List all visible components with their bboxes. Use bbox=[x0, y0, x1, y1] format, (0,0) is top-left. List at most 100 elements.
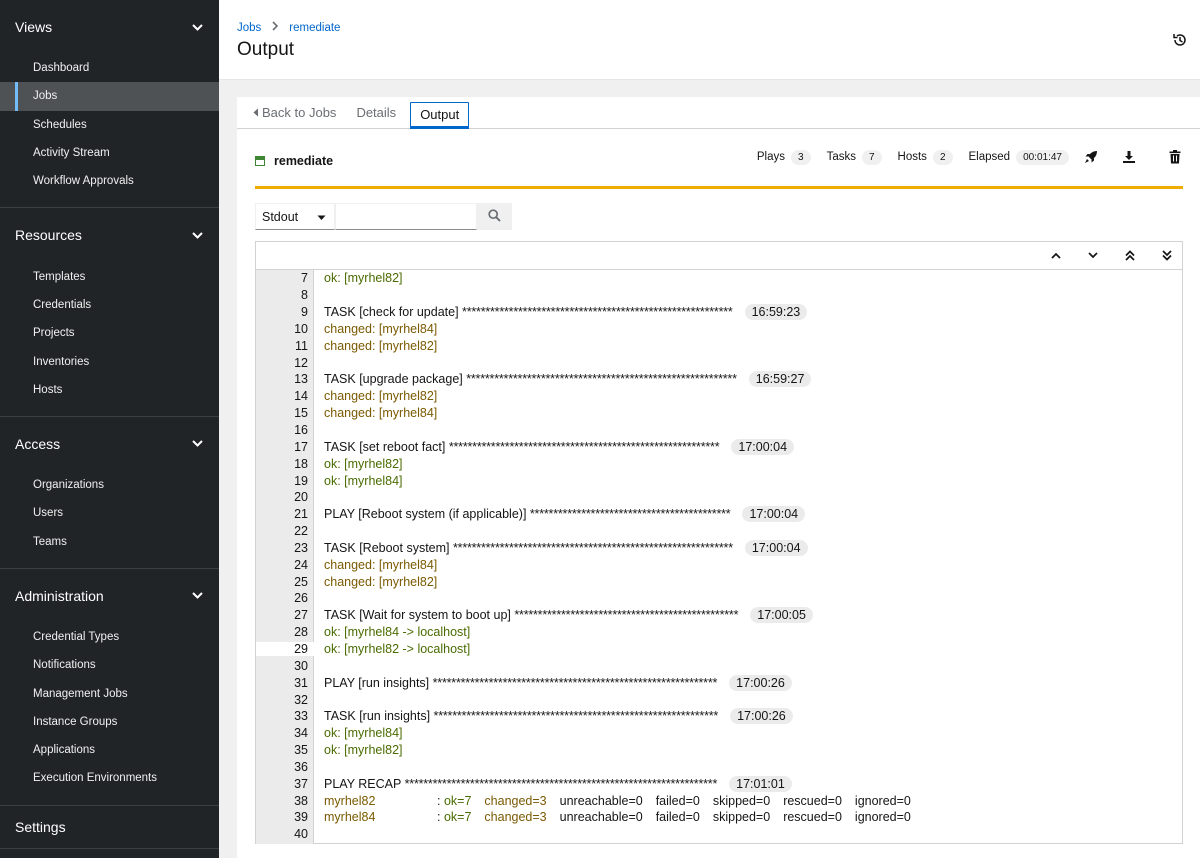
sidebar-group-resources[interactable]: Resources bbox=[0, 208, 219, 262]
sidebar-group-label: Resources bbox=[15, 227, 82, 244]
output-line[interactable]: 14 changed: [myrhel82] bbox=[256, 388, 1182, 405]
sidebar-item-execution-environments[interactable]: Execution Environments bbox=[0, 764, 219, 792]
search-button[interactable] bbox=[477, 203, 512, 230]
sidebar-group-access[interactable]: Access bbox=[0, 417, 219, 471]
sidebar-item-inventories[interactable]: Inventories bbox=[0, 347, 219, 375]
output-line[interactable]: 39 myrhel84: ok=7 changed=3 unreachable=0 fa… bbox=[256, 809, 1182, 826]
recap-host: myrhel84 bbox=[324, 810, 376, 825]
tab-details[interactable]: Details bbox=[346, 97, 406, 128]
breadcrumb-job-link[interactable]: remediate bbox=[289, 22, 340, 34]
line-text: ok: [myrhel82] bbox=[314, 743, 403, 757]
sidebar-group-views[interactable]: Views bbox=[0, 0, 219, 54]
line-number: 32 bbox=[294, 692, 308, 707]
line-text: TASK [Wait for system to boot up] ******… bbox=[314, 607, 813, 624]
sidebar-item-instance-groups[interactable]: Instance Groups bbox=[0, 708, 219, 736]
output-line[interactable]: 19 ok: [myrhel84] bbox=[256, 472, 1182, 489]
sidebar-item-dashboard[interactable]: Dashboard bbox=[0, 54, 219, 82]
search-input[interactable] bbox=[335, 203, 477, 230]
line-number: 37 bbox=[294, 776, 308, 791]
output-line[interactable]: 22 bbox=[256, 523, 1182, 540]
output-line[interactable]: 11 changed: [myrhel82] bbox=[256, 337, 1182, 354]
line-number: 38 bbox=[294, 793, 308, 808]
chevron-down-icon bbox=[190, 228, 204, 242]
sidebar-item-hosts[interactable]: Hosts bbox=[0, 376, 219, 404]
sidebar-item-workflow-approvals[interactable]: Workflow Approvals bbox=[0, 167, 219, 195]
output-line[interactable]: 12 bbox=[256, 354, 1182, 371]
line-text: TASK [Reboot system] *******************… bbox=[314, 539, 808, 556]
history-icon[interactable] bbox=[1172, 32, 1188, 48]
output-line[interactable]: 28 ok: [myrhel84 -> localhost] bbox=[256, 624, 1182, 641]
output-line[interactable]: 38 myrhel82: ok=7 changed=3 unreachable=0 fa… bbox=[256, 792, 1182, 809]
recap-stat: rescued=0 bbox=[783, 810, 842, 825]
output-line[interactable]: 32 bbox=[256, 691, 1182, 708]
output-line[interactable]: 27 TASK [Wait for system to boot up] ****… bbox=[256, 607, 1182, 624]
line-number: 29 bbox=[256, 641, 314, 656]
output-line[interactable]: 24 changed: [myrhel84] bbox=[256, 556, 1182, 573]
sidebar-item-users[interactable]: Users bbox=[0, 499, 219, 527]
output-line[interactable]: 29 ok: [myrhel82 -> localhost] bbox=[256, 641, 1182, 658]
sidebar-item-management-jobs[interactable]: Management Jobs bbox=[0, 679, 219, 707]
sidebar-item-activity-stream[interactable]: Activity Stream bbox=[0, 139, 219, 167]
job-name: remediate bbox=[274, 154, 334, 168]
tab-back-to-jobs[interactable]: Back to Jobs bbox=[251, 97, 346, 128]
angle-double-down-icon[interactable] bbox=[1160, 248, 1174, 262]
angle-double-up-icon[interactable] bbox=[1123, 248, 1137, 262]
output-line[interactable]: 21 PLAY [Reboot system (if applicable)] *… bbox=[256, 506, 1182, 523]
stdout-select[interactable]: Stdout bbox=[255, 203, 335, 230]
sidebar-group-administration[interactable]: Administration bbox=[0, 569, 219, 623]
breadcrumb-jobs-link[interactable]: Jobs bbox=[237, 22, 261, 34]
sidebar-item-credentials[interactable]: Credentials bbox=[0, 291, 219, 319]
output-line[interactable]: 20 bbox=[256, 489, 1182, 506]
relaunch-rocket-icon[interactable] bbox=[1083, 149, 1099, 165]
recap-changed: changed=3 bbox=[484, 810, 547, 825]
sidebar-item-credential-types[interactable]: Credential Types bbox=[0, 623, 219, 651]
output-line[interactable]: 15 changed: [myrhel84] bbox=[256, 405, 1182, 422]
sidebar-item-teams[interactable]: Teams bbox=[0, 528, 219, 556]
elapsed-label: Elapsed bbox=[968, 151, 1011, 163]
angle-down-icon[interactable] bbox=[1086, 248, 1100, 262]
output-line[interactable]: 37 PLAY RECAP ***************************… bbox=[256, 775, 1182, 792]
recap-stat: ignored=0 bbox=[854, 810, 911, 825]
output-line[interactable]: 33 TASK [run insights] ******************… bbox=[256, 708, 1182, 725]
sidebar-item-templates[interactable]: Templates bbox=[0, 262, 219, 290]
output-line[interactable]: 26 bbox=[256, 590, 1182, 607]
line-text: changed: [myrhel82] bbox=[314, 575, 437, 589]
tab-output[interactable]: Output bbox=[410, 97, 470, 129]
output-line[interactable]: 13 TASK [upgrade package] ***************… bbox=[256, 371, 1182, 388]
job-output-card: Back to Jobs Details Output remediate Pl… bbox=[237, 97, 1200, 858]
breadcrumb: Jobs remediate bbox=[237, 21, 340, 34]
sidebar-item-jobs[interactable]: Jobs bbox=[0, 82, 219, 111]
output-line[interactable]: 30 bbox=[256, 657, 1182, 674]
output-line[interactable]: 10 changed: [myrhel84] bbox=[256, 321, 1182, 338]
output-line[interactable]: 25 changed: [myrhel82] bbox=[256, 573, 1182, 590]
line-number: 19 bbox=[294, 473, 308, 488]
changed-result: changed: [myrhel82] bbox=[324, 338, 438, 353]
output-line[interactable]: 31 PLAY [run insights] ******************… bbox=[256, 674, 1182, 691]
tab-label: Back to Jobs bbox=[262, 105, 337, 120]
sidebar-item-organizations[interactable]: Organizations bbox=[0, 471, 219, 499]
sidebar-item-schedules[interactable]: Schedules bbox=[0, 111, 219, 139]
output-line[interactable]: 18 ok: [myrhel82] bbox=[256, 455, 1182, 472]
task-separator: ****************************************… bbox=[466, 372, 737, 387]
output-line[interactable]: 7 ok: [myrhel82] bbox=[256, 270, 1182, 287]
output-line[interactable]: 23 TASK [Reboot system] *****************… bbox=[256, 539, 1182, 557]
sidebar-item-notifications[interactable]: Notifications bbox=[0, 651, 219, 679]
output-line[interactable]: 17 TASK [set reboot fact] ***************… bbox=[256, 438, 1182, 455]
download-icon[interactable] bbox=[1121, 149, 1137, 165]
output-line[interactable]: 40 bbox=[256, 826, 1182, 843]
output-line[interactable]: 9 TASK [check for update] ***************… bbox=[256, 304, 1182, 321]
output-line[interactable]: 35 ok: [myrhel82] bbox=[256, 742, 1182, 759]
plays-count: 3 bbox=[791, 149, 811, 165]
sidebar-item-applications[interactable]: Applications bbox=[0, 736, 219, 764]
sidebar-settings-link[interactable]: Settings bbox=[0, 806, 219, 848]
line-number: 27 bbox=[294, 608, 308, 623]
task-separator: ****************************************… bbox=[462, 305, 733, 320]
sidebar-item-projects[interactable]: Projects bbox=[0, 319, 219, 347]
angle-up-icon[interactable] bbox=[1049, 248, 1063, 262]
output-line[interactable]: 34 ok: [myrhel84] bbox=[256, 725, 1182, 742]
line-text: ok: [myrhel82 -> localhost] bbox=[314, 642, 470, 656]
output-line[interactable]: 36 bbox=[256, 758, 1182, 775]
output-line[interactable]: 16 bbox=[256, 422, 1182, 439]
trash-icon[interactable] bbox=[1167, 149, 1183, 165]
output-line[interactable]: 8 bbox=[256, 287, 1182, 304]
